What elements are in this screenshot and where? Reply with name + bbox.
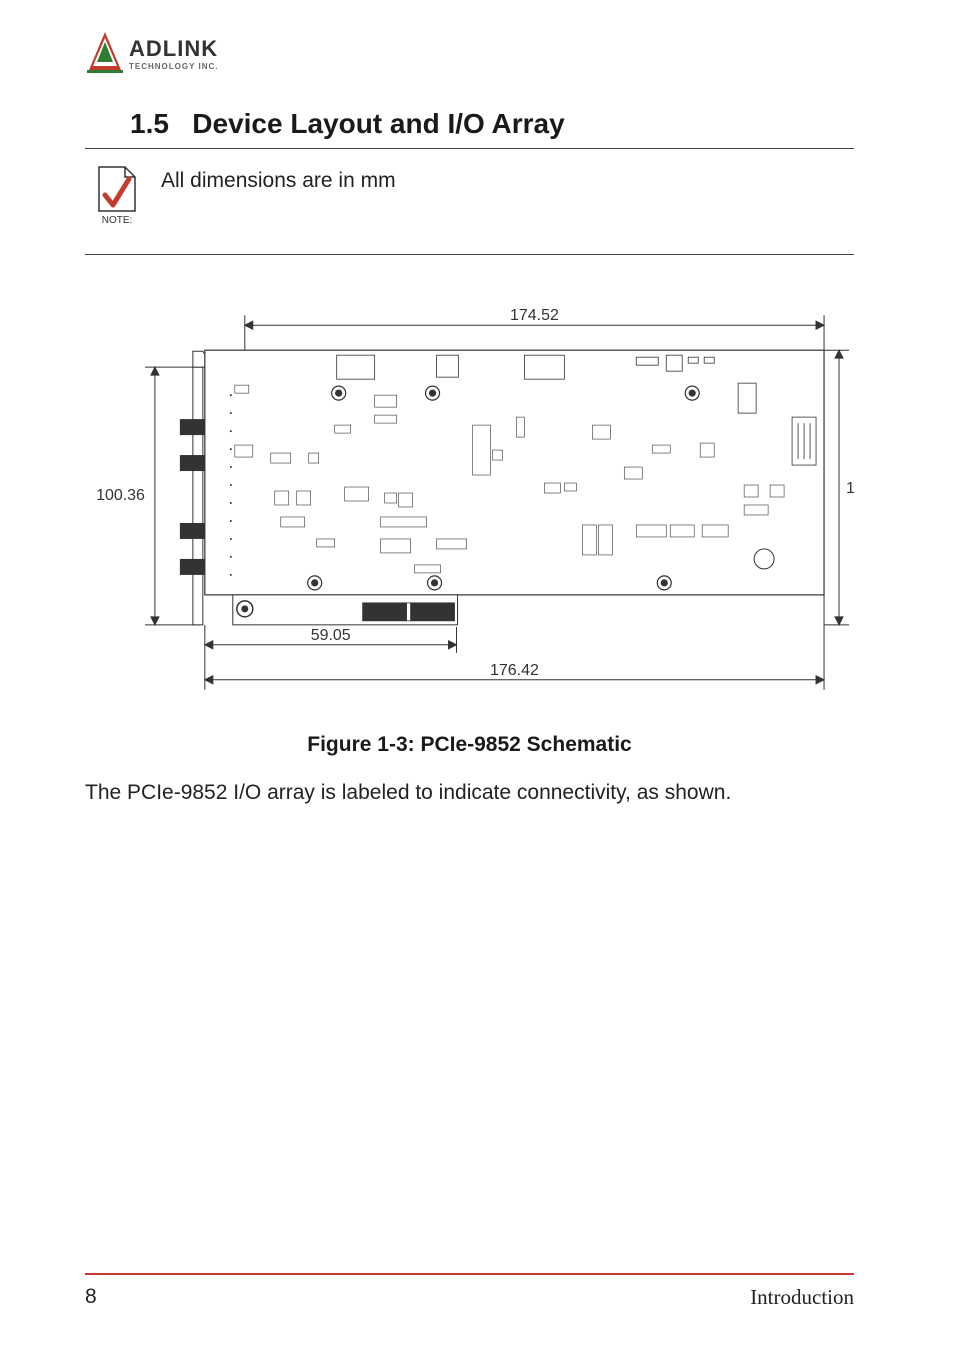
pcie-schematic-icon: 174.52 100.36 111.15 <box>85 295 854 705</box>
body-paragraph: The PCIe-9852 I/O array is labeled to in… <box>85 779 854 807</box>
dim-left: 100.36 <box>96 487 145 504</box>
page-number: 8 <box>85 1285 97 1310</box>
figure-caption: Figure 1-3: PCIe-9852 Schematic <box>85 733 854 757</box>
logo-subbrand: TECHNOLOGY INC. <box>129 62 219 71</box>
page-footer: 8 Introduction <box>85 1273 854 1310</box>
section-title: Device Layout and I/O Array <box>192 108 564 139</box>
note-sheet-icon <box>95 165 139 213</box>
note-block: NOTE: All dimensions are in mm <box>85 165 854 226</box>
footer-divider <box>85 1273 854 1275</box>
logo-brand: ADLINK <box>129 36 219 62</box>
note-label: NOTE: <box>102 215 133 226</box>
dim-right: 111.15 <box>846 480 854 497</box>
adlink-triangle-icon <box>85 28 125 78</box>
footer-section-name: Introduction <box>750 1285 854 1310</box>
dim-bottom-short: 59.05 <box>311 627 351 644</box>
divider <box>85 148 854 149</box>
section-number: 1.5 <box>130 108 169 139</box>
note-text: All dimensions are in mm <box>161 169 396 193</box>
logo: ADLINK TECHNOLOGY INC. <box>85 28 854 78</box>
dim-bottom-long: 176.42 <box>490 662 539 679</box>
dim-top: 174.52 <box>510 307 559 324</box>
section-heading: 1.5 Device Layout and I/O Array <box>130 108 854 140</box>
divider <box>85 254 854 255</box>
schematic-figure: 174.52 100.36 111.15 <box>85 295 854 705</box>
